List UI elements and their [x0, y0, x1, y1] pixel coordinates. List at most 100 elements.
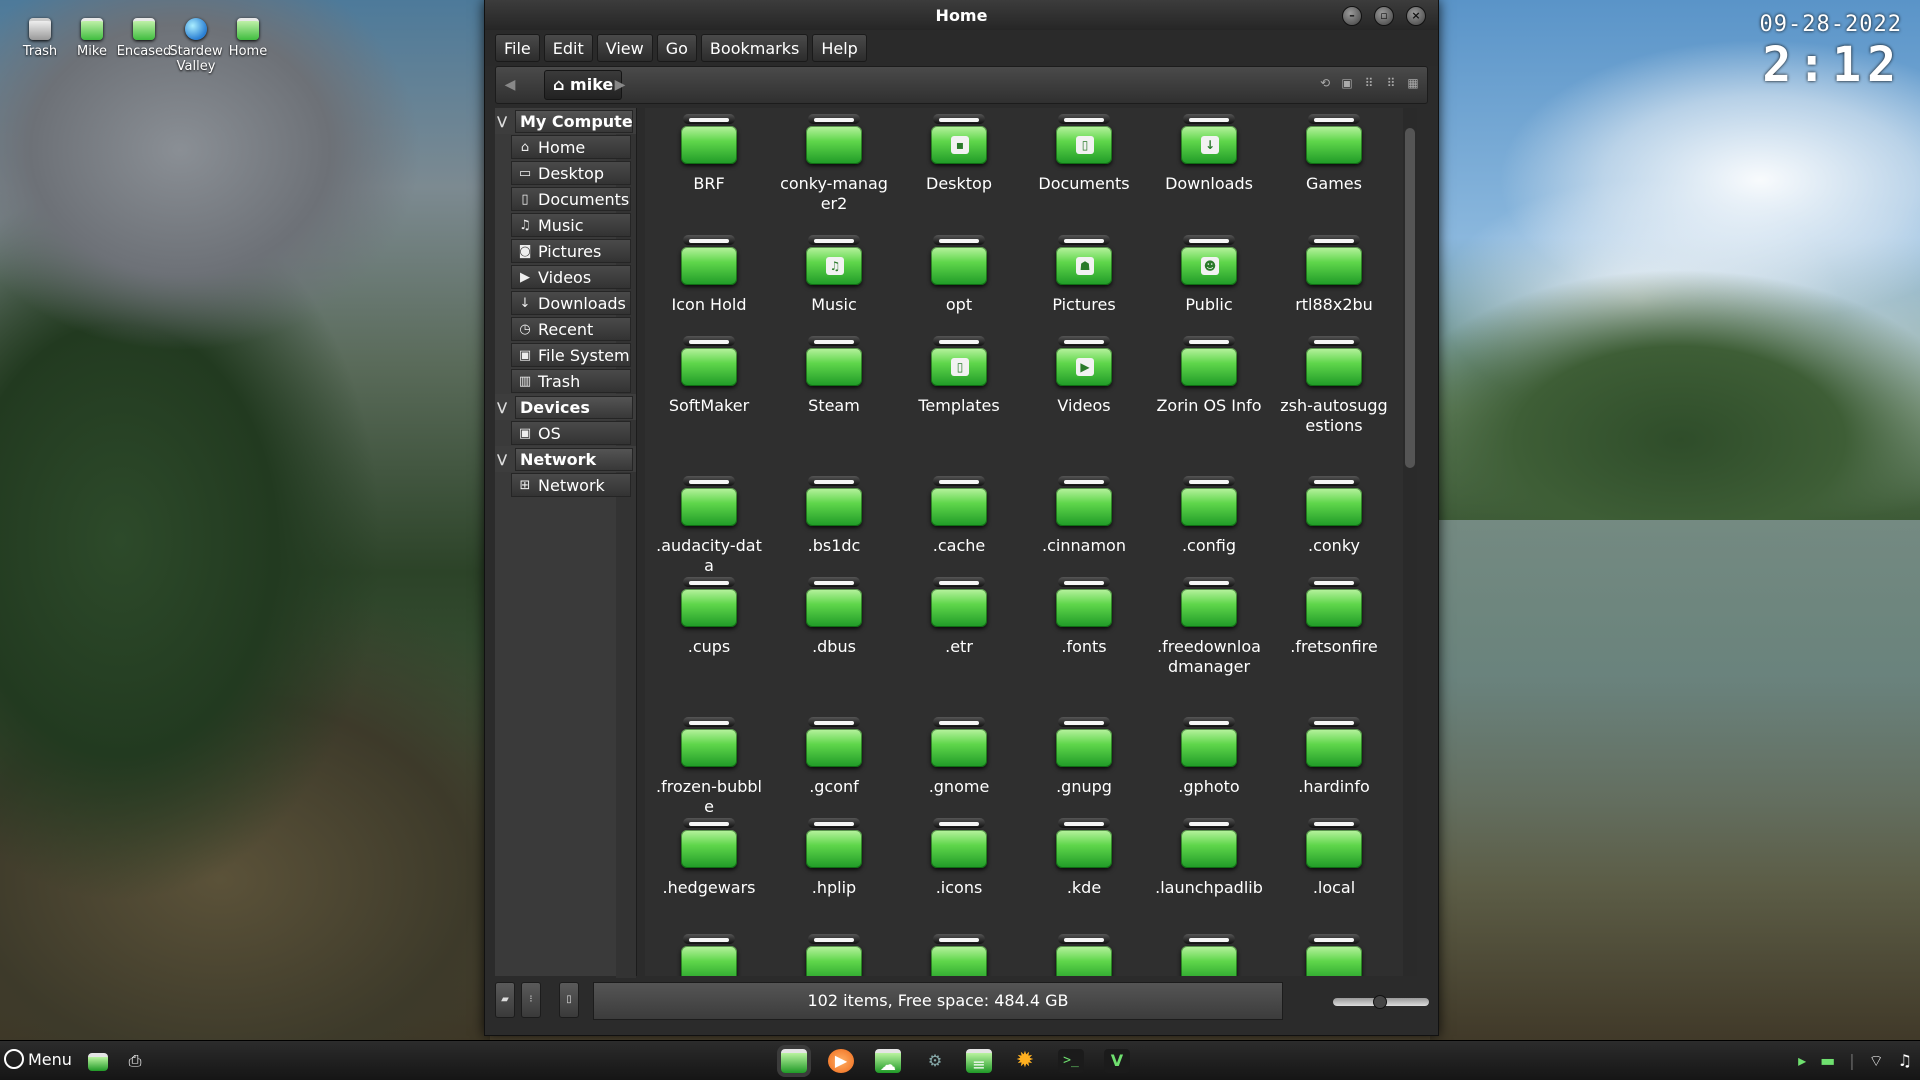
- file-item[interactable]: [897, 932, 1021, 976]
- file-item[interactable]: ☻ Public: [1147, 233, 1271, 315]
- zoom-slider[interactable]: [1333, 995, 1429, 1009]
- sidebar-item-desktop[interactable]: ▭ Desktop: [495, 160, 636, 186]
- menu-help[interactable]: Help: [812, 34, 867, 62]
- terminal-icon[interactable]: >_: [1058, 1049, 1084, 1073]
- settings-icon[interactable]: ⚙: [922, 1049, 948, 1073]
- file-item[interactable]: ▶ Videos: [1022, 334, 1146, 416]
- file-item[interactable]: .hedgewars: [647, 816, 771, 898]
- file-item[interactable]: .gnupg: [1022, 715, 1146, 797]
- file-item[interactable]: ▯ Templates: [897, 334, 1021, 416]
- desktop-icon-home[interactable]: Home: [222, 18, 274, 74]
- file-item[interactable]: .cache: [897, 474, 1021, 556]
- text-editor-icon[interactable]: ≡: [966, 1049, 992, 1074]
- sidebar-item-music[interactable]: ♫ Music: [495, 212, 636, 238]
- icon-view-icon[interactable]: ⠿: [1361, 75, 1377, 91]
- file-item[interactable]: .hplip: [772, 816, 896, 898]
- sidebar-section-network[interactable]: ⋁ Network: [495, 446, 636, 472]
- file-item[interactable]: .config: [1147, 474, 1271, 556]
- compact-view-icon[interactable]: ▦: [1405, 75, 1421, 91]
- show-tree-button[interactable]: ⁝: [521, 982, 541, 1018]
- minimize-button[interactable]: –: [1342, 6, 1362, 26]
- file-item[interactable]: ↓ Downloads: [1147, 112, 1271, 194]
- file-item[interactable]: [772, 932, 896, 976]
- file-item[interactable]: .gnome: [897, 715, 1021, 797]
- collapse-arrow-icon[interactable]: ⋁: [497, 114, 511, 128]
- file-item[interactable]: Steam: [772, 334, 896, 416]
- file-item[interactable]: .launchpadlib: [1147, 816, 1271, 898]
- sidebar-item-trash[interactable]: ▥ Trash: [495, 368, 636, 394]
- file-view[interactable]: BRF conky-manager2 ▪ Desktop ▯ Documents ↓ Down…: [645, 108, 1417, 976]
- menu-edit[interactable]: Edit: [543, 34, 593, 62]
- desktop-icon-stardew-valley[interactable]: Stardew Valley: [169, 18, 223, 74]
- folder-tray-icon[interactable]: ▬: [1820, 1051, 1835, 1071]
- file-item[interactable]: [1272, 932, 1396, 976]
- file-item[interactable]: .conky: [1272, 474, 1396, 556]
- file-item[interactable]: .fretsonfire: [1272, 575, 1396, 657]
- sidebar-item-recent[interactable]: ◷ Recent: [495, 316, 636, 342]
- file-item[interactable]: .dbus: [772, 575, 896, 657]
- menu-go[interactable]: Go: [656, 34, 697, 62]
- printer-icon[interactable]: ⎙: [122, 1049, 148, 1073]
- sidebar-section-devices[interactable]: ⋁ Devices: [495, 394, 636, 420]
- sidebar-item-documents[interactable]: ▯ Documents: [495, 186, 636, 212]
- file-item[interactable]: Zorin OS Info: [1147, 334, 1271, 416]
- file-item[interactable]: .cups: [647, 575, 771, 657]
- file-item[interactable]: zsh-autosuggestions: [1272, 334, 1396, 436]
- desktop-icon-mike[interactable]: Mike: [66, 18, 118, 74]
- file-item[interactable]: .audacity-data: [647, 474, 771, 576]
- close-button[interactable]: ×: [1406, 6, 1426, 26]
- file-item[interactable]: .kde: [1022, 816, 1146, 898]
- file-item[interactable]: SoftMaker: [647, 334, 771, 416]
- image-view-icon[interactable]: ▣: [1339, 75, 1355, 91]
- maximize-button[interactable]: ▫: [1374, 6, 1394, 26]
- media-player-icon[interactable]: ▶: [828, 1049, 854, 1073]
- file-item[interactable]: ▯ Documents: [1022, 112, 1146, 194]
- file-item[interactable]: .gphoto: [1147, 715, 1271, 797]
- sidebar-item-videos[interactable]: ▶ Videos: [495, 264, 636, 290]
- scrollbar-thumb[interactable]: [1405, 128, 1415, 468]
- file-item[interactable]: .fonts: [1022, 575, 1146, 657]
- file-item[interactable]: [1022, 932, 1146, 976]
- toggle-location-icon[interactable]: ⟲: [1317, 75, 1333, 91]
- terminal-tray-icon[interactable]: ▸: [1798, 1051, 1806, 1071]
- file-item[interactable]: [1147, 932, 1271, 976]
- sidebar-item-file-system[interactable]: ▣ File System: [495, 342, 636, 368]
- wifi-icon[interactable]: ⌔: [1869, 1051, 1884, 1071]
- show-places-button[interactable]: ▰: [495, 982, 515, 1018]
- sidebar-item-downloads[interactable]: ↓ Downloads: [495, 290, 636, 316]
- sidebar-item-pictures[interactable]: ◙ Pictures: [495, 238, 636, 264]
- title-bar[interactable]: Home – ▫ ×: [485, 0, 1438, 30]
- collapse-arrow-icon[interactable]: ⋁: [497, 452, 511, 466]
- vim-icon[interactable]: V: [1104, 1049, 1130, 1073]
- file-manager-icon[interactable]: [781, 1049, 807, 1073]
- file-item[interactable]: .hardinfo: [1272, 715, 1396, 797]
- desktop-icon-trash[interactable]: Trash: [14, 18, 66, 74]
- menu-view[interactable]: View: [596, 34, 653, 62]
- file-item[interactable]: opt: [897, 233, 1021, 315]
- sidebar-item-os[interactable]: ▣ OS: [495, 420, 636, 446]
- file-item[interactable]: .frozen-bubble: [647, 715, 771, 817]
- forward-arrow-icon[interactable]: ▶: [608, 73, 632, 97]
- menu-bookmarks[interactable]: Bookmarks: [700, 34, 809, 62]
- file-item[interactable]: [647, 932, 771, 976]
- file-item[interactable]: rtl88x2bu: [1272, 233, 1396, 315]
- zoom-slider-knob[interactable]: [1373, 995, 1387, 1009]
- sidebar-item-network[interactable]: ⊞ Network: [495, 472, 636, 498]
- file-item[interactable]: .freedownloadmanager: [1147, 575, 1271, 677]
- sidebar-section-my-computer[interactable]: ⋁ My Computer: [495, 108, 636, 134]
- back-arrow-icon[interactable]: ◀: [498, 73, 522, 97]
- file-item[interactable]: .icons: [897, 816, 1021, 898]
- list-view-icon[interactable]: ⠿: [1383, 75, 1399, 91]
- collapse-arrow-icon[interactable]: ⋁: [497, 400, 511, 414]
- file-item[interactable]: ☗ Pictures: [1022, 233, 1146, 315]
- file-item[interactable]: BRF: [647, 112, 771, 194]
- show-desktop-icon[interactable]: [88, 1053, 108, 1071]
- file-item[interactable]: Games: [1272, 112, 1396, 194]
- file-item[interactable]: .cinnamon: [1022, 474, 1146, 556]
- file-item[interactable]: ▪ Desktop: [897, 112, 1021, 194]
- music-icon[interactable]: ♫: [1898, 1051, 1912, 1071]
- file-item[interactable]: conky-manager2: [772, 112, 896, 214]
- desktop-icon-encased[interactable]: Encased: [117, 18, 171, 74]
- sun-gear-icon[interactable]: ✹: [1012, 1049, 1038, 1073]
- file-item[interactable]: .etr: [897, 575, 1021, 657]
